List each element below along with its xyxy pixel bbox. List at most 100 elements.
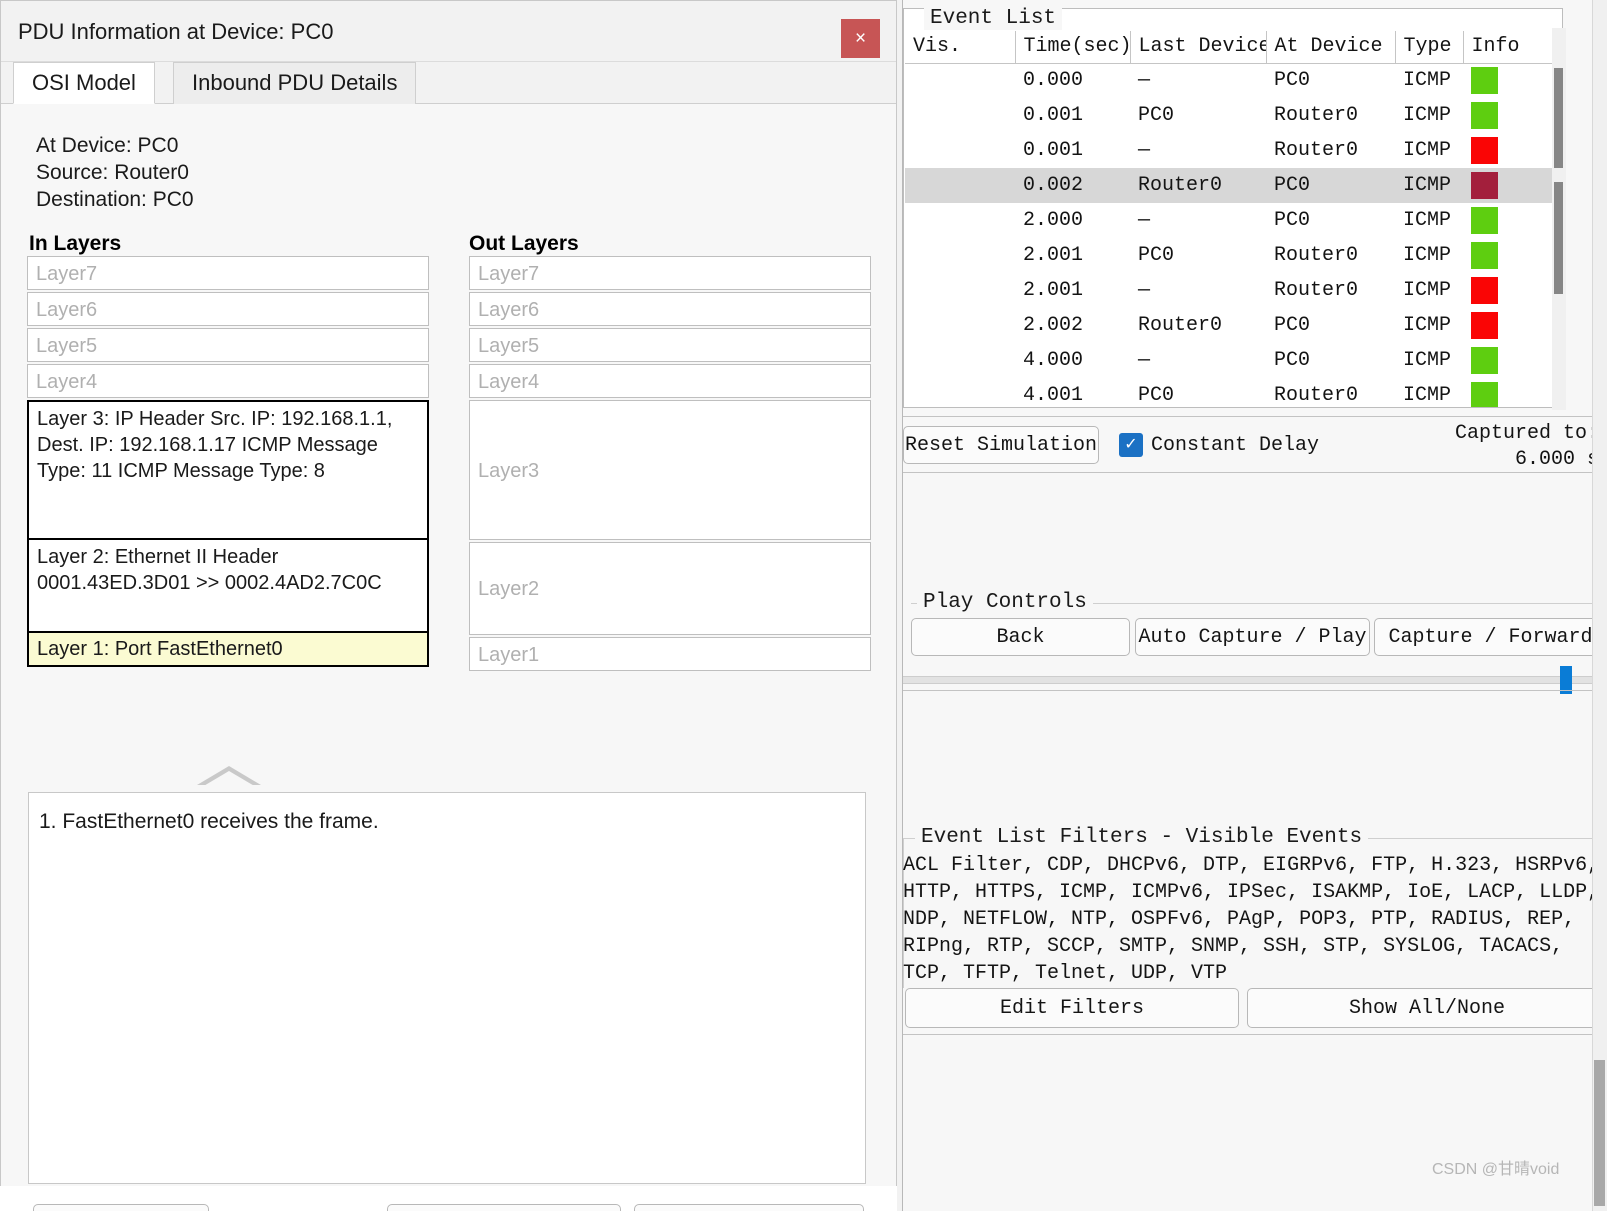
cell-vis bbox=[905, 203, 1015, 238]
table-row[interactable]: 4.000 — PC0 ICMP bbox=[905, 343, 1563, 378]
page-scrollbar-thumb[interactable] bbox=[1594, 1060, 1605, 1206]
cell-type: ICMP bbox=[1403, 384, 1452, 407]
event-list-scrollbar-thumb[interactable] bbox=[1554, 68, 1563, 168]
constant-delay-checkbox[interactable]: ✓ bbox=[1119, 433, 1143, 457]
out-layer-1[interactable]: Layer1 bbox=[469, 637, 871, 671]
in-layer-2[interactable]: Layer 2: Ethernet II Header 0001.43ED.3D… bbox=[27, 540, 429, 633]
challenge-me-button[interactable]: Challenge Me bbox=[33, 1204, 209, 1211]
captured-to-value: 6.000 s bbox=[1514, 448, 1599, 471]
show-all-none-button[interactable]: Show All/None bbox=[1247, 988, 1607, 1028]
cell-time: 0.000 bbox=[1023, 69, 1084, 93]
cell-at-device: PC0 bbox=[1274, 314, 1311, 337]
speed-slider-track[interactable] bbox=[903, 676, 1600, 684]
cell-info bbox=[1463, 378, 1563, 407]
layer-description-text: 1. FastEthernet0 receives the frame. bbox=[39, 810, 379, 833]
event-list-body: 0.000— PC0 ICMP 0.001 PC0 Router0 ICMP 0.001— Ro… bbox=[905, 63, 1563, 407]
event-list-legend: Event List bbox=[924, 7, 1063, 30]
cell-last-device: — bbox=[1138, 69, 1151, 93]
table-row[interactable]: 2.001 PC0 Router0 ICMP bbox=[905, 238, 1563, 273]
table-row[interactable]: 2.002 Router0 PC0 ICMP bbox=[905, 308, 1563, 343]
cell-info bbox=[1463, 238, 1563, 273]
pdu-information-dialog: PDU Information at Device: PC0 × OSI Mod… bbox=[0, 0, 897, 1211]
cell-type: ICMP bbox=[1403, 314, 1452, 337]
cell-info bbox=[1463, 168, 1563, 203]
simulation-controls-row: Reset Simulation ✓ Constant Delay Captur… bbox=[903, 416, 1603, 472]
cell-at-device: Router0 bbox=[1274, 384, 1359, 407]
filters-bottom-divider bbox=[903, 1034, 1607, 1035]
previous-layer-button[interactable]: << Previous Layer bbox=[387, 1204, 621, 1211]
tab-strip: OSI Model Inbound PDU Details bbox=[1, 62, 896, 104]
col-header-type[interactable]: Type bbox=[1395, 31, 1464, 64]
table-row[interactable]: 0.002 Router0 PC0 ICMP bbox=[905, 168, 1563, 203]
controls-divider bbox=[903, 472, 1607, 473]
cell-at-device: PC0 bbox=[1274, 69, 1311, 93]
col-header-time[interactable]: Time(sec) bbox=[1015, 31, 1131, 64]
event-list-scrollbar-thumb-secondary[interactable] bbox=[1554, 182, 1563, 294]
in-layer-3[interactable]: Layer 3: IP Header Src. IP: 192.168.1.1,… bbox=[27, 400, 429, 540]
slider-bottom-divider bbox=[903, 690, 1607, 691]
cell-vis bbox=[905, 63, 1015, 98]
cell-time: 0.001 bbox=[1023, 139, 1084, 162]
out-layers-heading: Out Layers bbox=[469, 232, 579, 255]
out-layer-7[interactable]: Layer7 bbox=[469, 256, 871, 290]
back-button[interactable]: Back bbox=[911, 618, 1130, 656]
tab-inbound-pdu-details[interactable]: Inbound PDU Details bbox=[173, 62, 417, 104]
edit-filters-button[interactable]: Edit Filters bbox=[905, 988, 1239, 1028]
table-header-row: Vis. Time(sec) Last Device At Device Typ… bbox=[905, 31, 1563, 64]
cell-last-device: — bbox=[1138, 279, 1151, 302]
cell-time: 4.000 bbox=[1023, 349, 1084, 372]
filter-line-4: RIPng, RTP, SCCP, SMTP, SNMP, SSH, STP, … bbox=[903, 935, 1564, 958]
cell-type: ICMP bbox=[1403, 244, 1452, 267]
constant-delay-label[interactable]: Constant Delay bbox=[1151, 434, 1319, 457]
layer-pointer-arrow-inner-icon bbox=[202, 771, 256, 787]
tab-osi-model[interactable]: OSI Model bbox=[13, 62, 155, 104]
out-layer-4[interactable]: Layer4 bbox=[469, 364, 871, 398]
col-header-last-device[interactable]: Last Device bbox=[1130, 31, 1267, 64]
captured-to-label: Captured to: bbox=[1454, 422, 1599, 445]
auto-capture-play-button[interactable]: Auto Capture / Play bbox=[1135, 618, 1370, 656]
cell-vis bbox=[905, 343, 1015, 378]
close-icon[interactable]: × bbox=[841, 19, 880, 58]
next-layer-button[interactable]: Next Layer >> bbox=[634, 1204, 864, 1211]
cell-time: 2.001 bbox=[1023, 279, 1084, 302]
in-layer-6[interactable]: Layer6 bbox=[27, 292, 429, 326]
col-header-info[interactable]: Info bbox=[1463, 31, 1563, 64]
cell-vis bbox=[905, 133, 1015, 168]
col-header-vis[interactable]: Vis. bbox=[905, 31, 1016, 64]
event-list-table-wrapper[interactable]: Vis. Time(sec) Last Device At Device Typ… bbox=[905, 31, 1563, 407]
cell-type: ICMP bbox=[1403, 279, 1452, 302]
cell-vis bbox=[905, 308, 1015, 343]
dialog-title: PDU Information at Device: PC0 bbox=[18, 19, 334, 44]
in-layer-1[interactable]: Layer 1: Port FastEthernet0 bbox=[27, 633, 429, 667]
play-controls-legend: Play Controls bbox=[917, 591, 1093, 614]
in-layer-5[interactable]: Layer5 bbox=[27, 328, 429, 362]
cell-info bbox=[1463, 308, 1563, 343]
cell-type: ICMP bbox=[1403, 104, 1452, 127]
dialog-body: At Device: PC0 Source: Router0 Destinati… bbox=[1, 104, 896, 1211]
out-layer-2[interactable]: Layer2 bbox=[469, 542, 871, 635]
layer-description-panel: 1. FastEthernet0 receives the frame. bbox=[28, 792, 866, 1184]
out-layer-5[interactable]: Layer5 bbox=[469, 328, 871, 362]
out-layer-6[interactable]: Layer6 bbox=[469, 292, 871, 326]
cell-time: 4.001 bbox=[1023, 384, 1084, 407]
table-row[interactable]: 0.000 — PC0 ICMP bbox=[905, 63, 1563, 98]
at-device-label: At Device: PC0 bbox=[36, 134, 179, 157]
reset-simulation-button[interactable]: Reset Simulation bbox=[903, 426, 1099, 464]
in-layer-7[interactable]: Layer7 bbox=[27, 256, 429, 290]
cell-last-device: PC0 bbox=[1138, 104, 1175, 127]
page-scrollbar-track[interactable] bbox=[1592, 0, 1607, 1211]
in-layers-heading: In Layers bbox=[29, 232, 122, 255]
col-header-at-device[interactable]: At Device bbox=[1266, 31, 1396, 64]
out-layer-3[interactable]: Layer3 bbox=[469, 400, 871, 540]
table-row[interactable]: 0.001 — Router0 ICMP bbox=[905, 133, 1563, 168]
cell-info bbox=[1463, 133, 1563, 168]
capture-forward-button[interactable]: Capture / Forward bbox=[1374, 618, 1607, 656]
table-row[interactable]: 2.000 — PC0 ICMP bbox=[905, 203, 1563, 238]
cell-at-device: Router0 bbox=[1274, 139, 1359, 162]
table-row[interactable]: 0.001 PC0 Router0 ICMP bbox=[905, 98, 1563, 133]
info-color-swatch bbox=[1471, 277, 1498, 304]
cell-type: ICMP bbox=[1403, 209, 1452, 232]
table-row[interactable]: 4.001 PC0 Router0 ICMP bbox=[905, 378, 1563, 407]
table-row[interactable]: 2.001 — Router0 ICMP bbox=[905, 273, 1563, 308]
in-layer-4[interactable]: Layer4 bbox=[27, 364, 429, 398]
